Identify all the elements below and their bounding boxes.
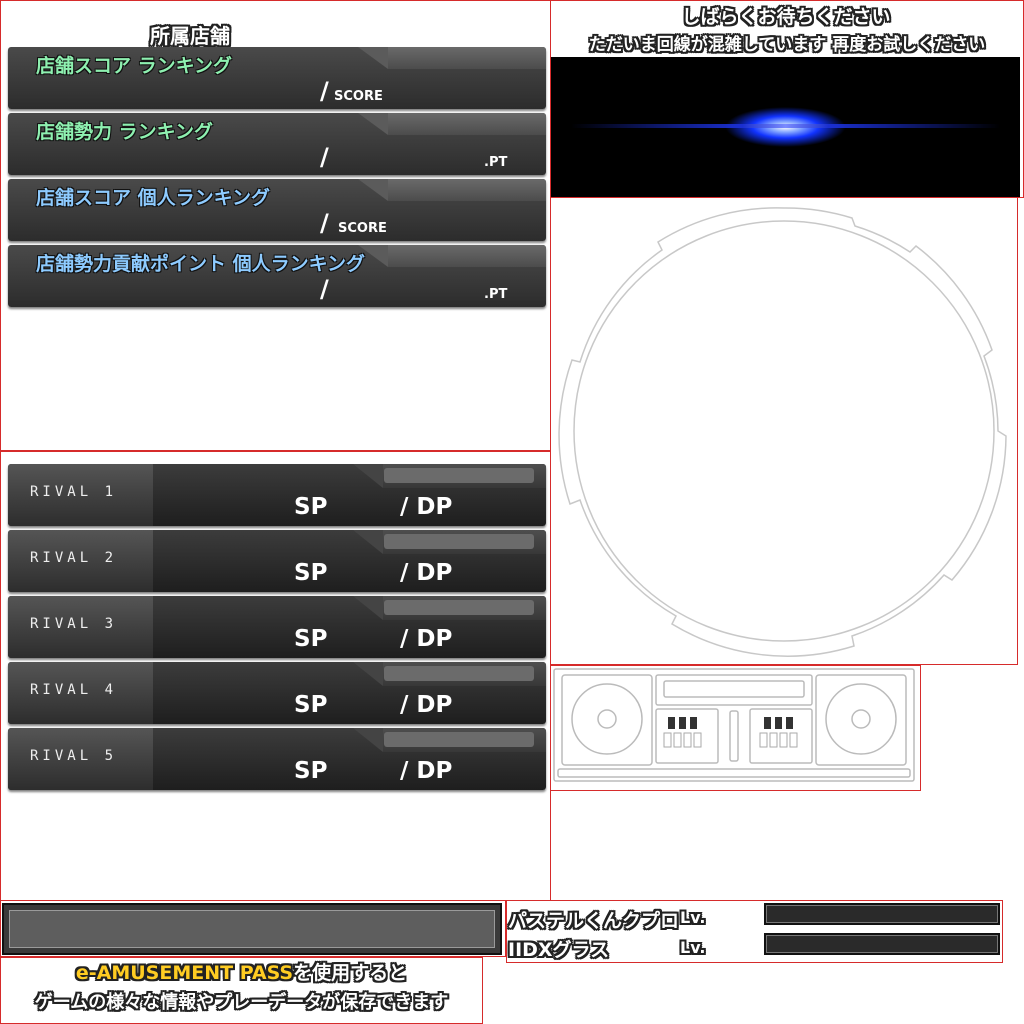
panel-slash: / <box>320 143 329 171</box>
connection-glow <box>551 57 1020 197</box>
item-name-2: IIDXグラス <box>508 939 610 961</box>
panel-tab <box>358 245 546 267</box>
item-level-bar-2 <box>764 933 1000 955</box>
rival-sp: SP <box>294 494 328 520</box>
card-slot-frame <box>2 903 502 955</box>
rival-name: RIVAL 5 <box>30 748 118 764</box>
item-name-1: パステルくんクプロ <box>508 910 680 932</box>
pass-line-1-suffix: を使用すると <box>293 962 408 984</box>
panel-unit: SCORE <box>338 221 387 236</box>
panel-label: 店舗スコア ランキング <box>36 55 233 77</box>
rival-name: RIVAL 4 <box>30 682 118 698</box>
rival-row-2[interactable]: RIVAL 2 SP / DP <box>8 530 546 592</box>
shop-score-ranking-panel[interactable]: 店舗スコア ランキング / SCORE <box>8 47 546 109</box>
item-lv-1: Lv. <box>680 908 706 927</box>
item-level-bar-1 <box>764 903 1000 925</box>
rival-dp: / DP <box>400 758 453 784</box>
rival-sp: SP <box>294 692 328 718</box>
shop-header: 所属店舗 <box>150 24 230 48</box>
panel-tab <box>358 113 546 135</box>
panel-label: 店舗スコア 個人ランキング <box>36 187 271 209</box>
rival-dp: / DP <box>400 560 453 586</box>
rival-bar <box>384 468 534 483</box>
pass-line-2: ゲームの様々な情報やプレーデータが保存できます <box>34 992 449 1013</box>
rival-sp: SP <box>294 626 328 652</box>
panel-label: 店舗勢力 ランキング <box>36 121 214 143</box>
pass-brand: e-AMUSEMENT PASS <box>75 962 294 984</box>
rival-name: RIVAL 1 <box>30 484 118 500</box>
controller-icon <box>553 668 915 782</box>
rival-dp: / DP <box>400 692 453 718</box>
shop-score-personal-ranking-panel[interactable]: 店舗スコア 個人ランキング / SCORE <box>8 179 546 241</box>
glow-streak <box>571 124 1000 128</box>
ring-gauge-icon <box>558 207 1007 657</box>
rival-row-4[interactable]: RIVAL 4 SP / DP <box>8 662 546 724</box>
panel-tab <box>358 179 546 201</box>
rival-bar <box>384 666 534 681</box>
status-line-2: ただいま回線が混雑しています 再度お試しください <box>588 35 986 55</box>
rival-bar <box>384 600 534 615</box>
rival-row-5[interactable]: RIVAL 5 SP / DP <box>8 728 546 790</box>
shop-power-contribution-ranking-panel[interactable]: 店舗勢力貢献ポイント 個人ランキング / .PT <box>8 245 546 307</box>
rival-name: RIVAL 3 <box>30 616 118 632</box>
panel-tab <box>358 47 546 69</box>
shop-power-ranking-panel[interactable]: 店舗勢力 ランキング / .PT <box>8 113 546 175</box>
item-lv-2: Lv. <box>680 938 706 957</box>
panel-slash: / <box>320 77 329 105</box>
panel-slash: / <box>320 209 329 237</box>
rival-dp: / DP <box>400 626 453 652</box>
rival-dp: / DP <box>400 494 453 520</box>
rival-bar <box>384 534 534 549</box>
rival-sp: SP <box>294 560 328 586</box>
rival-bar <box>384 732 534 747</box>
rival-row-1[interactable]: RIVAL 1 SP / DP <box>8 464 546 526</box>
rival-row-3[interactable]: RIVAL 3 SP / DP <box>8 596 546 658</box>
rival-name: RIVAL 2 <box>30 550 118 566</box>
panel-slash: / <box>320 275 329 303</box>
panel-unit: .PT <box>484 155 508 170</box>
pass-line-1: e-AMUSEMENT PASSを使用すると <box>0 958 483 985</box>
rival-sp: SP <box>294 758 328 784</box>
panel-unit: SCORE <box>334 89 383 104</box>
panel-unit: .PT <box>484 287 508 302</box>
status-line-1: しばらくお待ちください <box>681 6 891 28</box>
panel-label: 店舗勢力貢献ポイント 個人ランキング <box>36 253 366 275</box>
card-slot <box>9 910 495 948</box>
